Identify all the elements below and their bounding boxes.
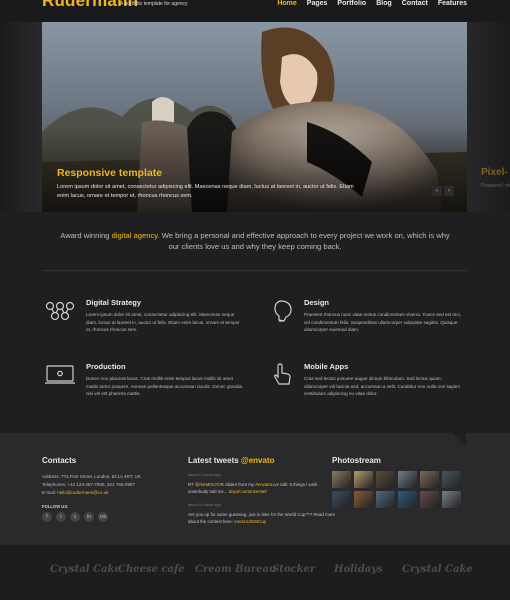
hero-slide: Responsive template Lorem ipsum dolor si… [42,22,467,212]
feature-text: Praesent rhoncus nunc vitae metus condim… [304,312,462,332]
photo-thumbnail[interactable] [376,471,395,488]
intro-text: Award winning digital agency. We bring a… [60,230,450,252]
feature-title: Production [86,362,126,371]
slide-arrows: ‹ › [432,186,454,196]
laptop-icon [45,365,75,384]
photostream-title: Photostream [332,456,381,465]
footer-notch [452,433,466,447]
feature-text: Donec non placerat lacus. Cras mollis en… [86,376,243,396]
photo-thumbnail[interactable] [398,491,417,508]
contact-address: Address: 77a First Street, London, 5C1A … [42,474,141,479]
tweet-link[interactable]: envat.to/EWCup [234,519,266,524]
photo-thumbnail[interactable] [354,491,373,508]
feature-text: Lorem ipsum dolor sit amet, consectetur … [86,312,240,332]
feature-text: Cras sed lectus posuere augue dictum bib… [304,376,461,396]
social-icons: f t v in rss [42,512,108,522]
next-slide-peek-text: Praesent / rhoncus / rhoncus [481,183,510,189]
intro-highlight[interactable]: digital agency [112,231,158,240]
client-logo-crystal-cake[interactable]: Crystal Cake [50,564,121,575]
photo-thumbnail[interactable] [442,491,461,508]
tweet-text: RT @theMOLTOR Slides from my #envatoLive… [188,481,338,495]
contact-telephones: Telephones: +44 123-457-7890, 321-765-09… [42,482,135,487]
tweet-time: about 15 hours ago [188,473,221,477]
photostream-grid [332,471,467,508]
nav-portfolio[interactable]: Portfolio [337,0,366,7]
twitter-icon[interactable]: t [56,512,66,522]
photo-thumbnail[interactable] [398,471,417,488]
slide-prev-button[interactable]: ‹ [432,186,442,196]
tweet-link[interactable]: @theMOLTOR [195,482,224,487]
nav-home[interactable]: Home [277,0,296,7]
main-nav: Home Pages Portfolio Blog Contact Featur… [277,0,467,7]
contact-email-link[interactable]: hello@rudermann@co.uk [57,490,108,495]
next-slide-peek-title: Pixel- [481,167,508,178]
contact-email-label: E-mail: [42,490,58,495]
tweets-title: Latest tweets @envato [188,456,275,465]
intro-text-after: . We bring a personal and effective appr… [157,231,450,251]
photo-thumbnail[interactable] [442,471,461,488]
feature-title: Digital Strategy [86,298,142,307]
tweets-title-text: Latest tweets [188,456,241,465]
nav-features[interactable]: Features [438,0,467,7]
feature-title: Mobile Apps [304,362,349,371]
follow-us-label: FOLLOW US: [42,504,69,509]
tweet-text-part: Slides from my [223,482,256,487]
client-logo-holidays[interactable]: Holidays [334,564,383,575]
previous-slide-peek[interactable] [0,22,42,212]
photo-thumbnail[interactable] [332,491,351,508]
touch-hand-icon [274,363,291,385]
nav-blog[interactable]: Blog [376,0,392,7]
tagline: A portfolio template for agency [120,1,188,7]
slide-caption: Responsive template Lorem ipsum dolor si… [57,167,357,200]
client-logo-cheese-cafe[interactable]: Cheese cafe [118,564,185,575]
lightbulb-icon [274,300,292,322]
tweet-time: about 16 hours ago [188,503,221,507]
vimeo-icon[interactable]: v [70,512,80,522]
photo-thumbnail[interactable] [376,491,395,508]
slide-text: Lorem ipsum dolor sit amet, consectetur … [57,184,354,199]
intro-text-before: Award winning [60,231,112,240]
tweet-link[interactable]: tinyurl.com/nsec9ef [229,489,267,494]
nav-contact[interactable]: Contact [402,0,428,7]
section-divider [42,270,467,271]
slide-next-button[interactable]: › [444,186,454,196]
feature-title: Design [304,298,330,307]
tweet-text: Are you up for some guessing, just in ti… [188,511,338,525]
photo-thumbnail[interactable] [354,471,373,488]
network-icon [45,301,75,321]
tweet-text-part: RT [188,482,195,487]
contact-email: E-mail: hello@rudermann@co.uk [42,490,108,495]
slide-title: Responsive template [57,167,163,179]
next-slide-peek[interactable]: Pixel- Praesent / rhoncus / rhoncus [467,22,510,212]
facebook-icon[interactable]: f [42,512,52,522]
linkedin-icon[interactable]: in [84,512,94,522]
photo-thumbnail[interactable] [332,471,351,488]
client-logo-crystal-cake-2[interactable]: Crystal Cake [402,564,473,575]
contacts-title: Contacts [42,456,77,465]
rss-icon[interactable]: rss [98,512,108,522]
top-bar: Rudermann A portfolio template for agenc… [0,0,510,22]
photo-thumbnail[interactable] [420,491,439,508]
client-logo-cream-bureau[interactable]: Cream Bureau [195,564,276,575]
clients-bar: Crystal Cake Cheese cafe Cream Bureau St… [0,545,510,600]
nav-pages[interactable]: Pages [307,0,328,7]
photo-thumbnail[interactable] [420,471,439,488]
tweets-handle[interactable]: @envato [241,456,275,465]
tweet-link[interactable]: #envatoLive [255,482,279,487]
client-logo-stocker[interactable]: Stocker [272,564,315,575]
